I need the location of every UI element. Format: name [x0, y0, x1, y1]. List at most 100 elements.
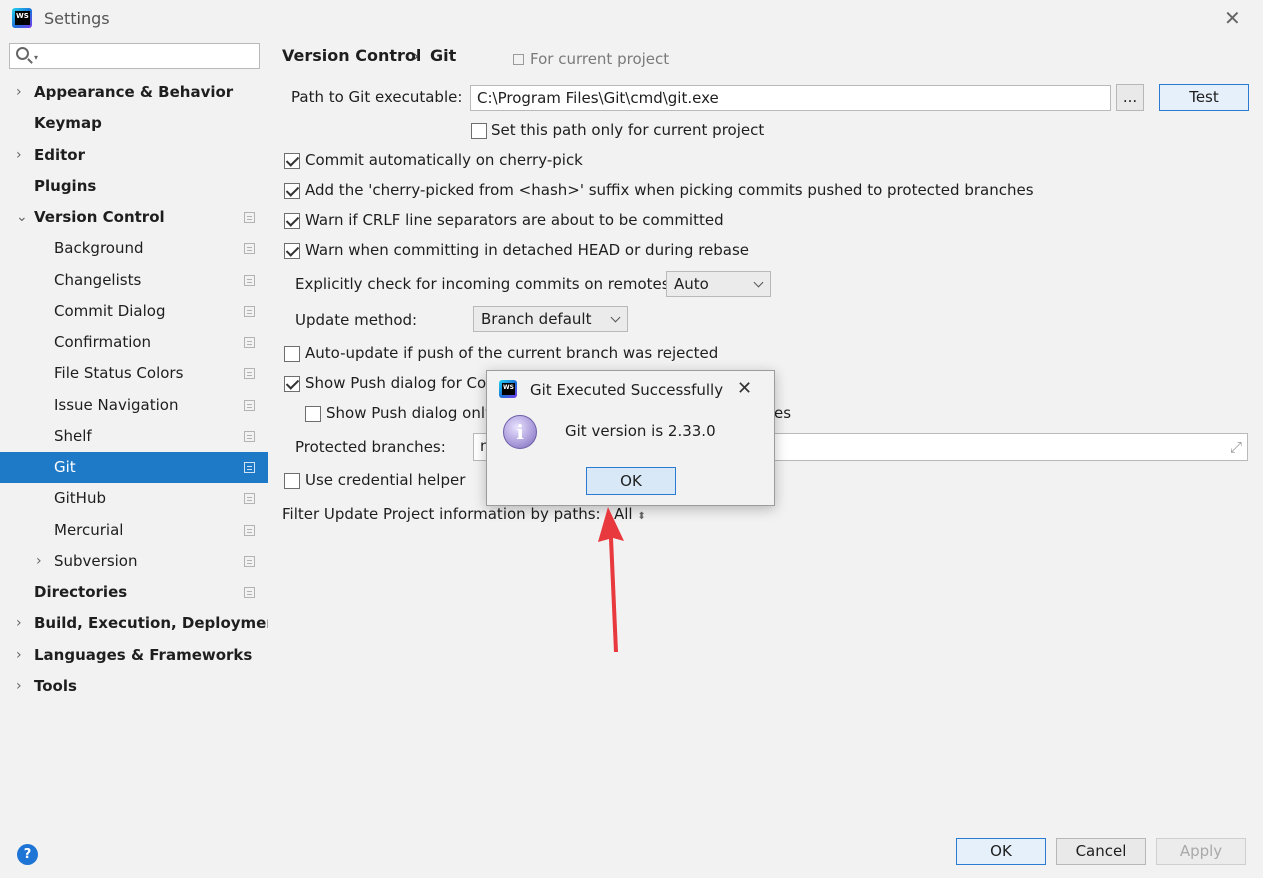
incoming-commits-select[interactable]: Auto: [666, 271, 771, 297]
commit-cherry-pick-checkbox[interactable]: [284, 153, 300, 169]
sidebar-item-label: GitHub: [54, 489, 106, 508]
breadcrumb-separator-icon: ›: [413, 47, 419, 65]
cherry-pick-suffix-label: Add the 'cherry-picked from <hash>' suff…: [305, 181, 1034, 199]
update-method-select[interactable]: Branch default: [473, 306, 628, 332]
sidebar-item-shelf[interactable]: Shelf: [0, 421, 268, 452]
set-path-only-label: Set this path only for current project: [491, 121, 765, 139]
project-scope-icon: [244, 337, 255, 348]
project-scope-icon: [244, 274, 255, 286]
chevron-down-icon[interactable]: ⌄: [16, 202, 28, 233]
apply-button[interactable]: Apply: [1156, 838, 1246, 865]
search-icon: [16, 47, 29, 60]
project-scope-icon: [244, 462, 255, 473]
settings-search-input[interactable]: ▾: [9, 43, 260, 69]
window-close-icon[interactable]: ✕: [1224, 6, 1241, 30]
sidebar-item-version-control[interactable]: ⌄ Version Control: [0, 202, 268, 233]
sidebar-item-confirmation[interactable]: Confirmation: [0, 327, 268, 358]
sidebar-item-mercurial[interactable]: Mercurial: [0, 515, 268, 546]
sidebar-item-github[interactable]: GitHub: [0, 483, 268, 514]
sidebar-item-languages-frameworks[interactable]: › Languages & Frameworks: [0, 640, 268, 671]
protected-branches-label: Protected branches:: [295, 438, 446, 456]
auto-update-checkbox[interactable]: [284, 346, 300, 362]
sidebar-item-editor[interactable]: › Editor: [0, 140, 268, 171]
set-path-only-checkbox[interactable]: [471, 123, 487, 139]
cherry-pick-suffix-checkbox[interactable]: [284, 183, 300, 199]
sidebar-item-label: Plugins: [34, 176, 97, 195]
sidebar-item-plugins[interactable]: Plugins: [0, 171, 268, 202]
help-icon[interactable]: ?: [17, 844, 38, 865]
chevron-right-icon[interactable]: ›: [36, 546, 42, 577]
information-icon: i: [503, 415, 537, 449]
sidebar-item-commit-dialog[interactable]: Commit Dialog: [0, 296, 268, 327]
commit-cherry-pick-label: Commit automatically on cherry-pick: [305, 151, 583, 169]
sidebar-item-build-execution-deployment[interactable]: › Build, Execution, Deployment: [0, 608, 284, 639]
sidebar-item-file-status-colors[interactable]: File Status Colors: [0, 358, 268, 389]
sidebar-item-label: Mercurial: [54, 520, 124, 539]
scope-hint: For current project: [513, 50, 669, 68]
sidebar-item-keymap[interactable]: Keymap: [0, 108, 268, 139]
sidebar-item-label: Shelf: [54, 426, 92, 445]
sidebar-item-label: Background: [54, 239, 144, 258]
sidebar-item-label: Keymap: [34, 114, 102, 133]
filter-update-select[interactable]: All ⬍: [614, 505, 646, 523]
project-scope-icon: [513, 54, 524, 65]
webstorm-app-icon: [12, 8, 32, 28]
sidebar-item-label: Confirmation: [54, 333, 152, 351]
chevron-right-icon[interactable]: ›: [16, 140, 22, 171]
dialog-title: Git Executed Successfully: [530, 381, 724, 399]
expand-icon[interactable]: ⤢: [1230, 435, 1242, 459]
warn-crlf-checkbox[interactable]: [284, 213, 300, 229]
incoming-commits-label: Explicitly check for incoming commits on…: [295, 275, 675, 293]
window-title: Settings: [44, 9, 110, 28]
cancel-button[interactable]: Cancel: [1056, 838, 1146, 865]
chevron-right-icon[interactable]: ›: [16, 608, 22, 639]
search-options-chevron-icon[interactable]: ▾: [34, 53, 38, 62]
sidebar-item-directories[interactable]: Directories: [0, 577, 268, 608]
project-scope-icon: [244, 399, 255, 411]
sidebar-item-issue-navigation[interactable]: Issue Navigation: [0, 390, 268, 421]
chevron-right-icon[interactable]: ›: [16, 671, 22, 702]
sidebar-item-subversion[interactable]: › Subversion: [0, 546, 268, 577]
sidebar-item-git[interactable]: Git: [0, 452, 268, 483]
sidebar-item-label: Directories: [34, 583, 128, 601]
dialog-close-icon[interactable]: ✕: [737, 378, 752, 399]
sidebar-item-label: Changelists: [54, 270, 142, 289]
browse-button[interactable]: ...: [1116, 84, 1144, 111]
test-button[interactable]: Test: [1159, 84, 1249, 111]
update-method-value: Branch default: [481, 310, 592, 328]
auto-update-label: Auto-update if push of the current branc…: [305, 344, 719, 362]
project-scope-icon: [244, 587, 255, 598]
sidebar-item-label: Subversion: [54, 551, 138, 570]
breadcrumb-git: Git: [430, 46, 457, 65]
show-push-dialog-checkbox[interactable]: [284, 376, 300, 392]
sidebar-item-label: File Status Colors: [54, 364, 184, 383]
scope-hint-label: For current project: [530, 50, 670, 68]
warn-crlf-label: Warn if CRLF line separators are about t…: [305, 211, 724, 229]
sidebar-item-changelists[interactable]: Changelists: [0, 265, 268, 296]
ok-button[interactable]: OK: [956, 838, 1046, 865]
sidebar-item-label: Editor: [34, 145, 85, 164]
warn-detached-head-checkbox[interactable]: [284, 243, 300, 259]
show-push-only-label: Show Push dialog only: [326, 404, 494, 422]
sidebar-item-label: Tools: [34, 676, 77, 695]
project-scope-icon: [244, 368, 255, 380]
filter-update-label: Filter Update Project information by pat…: [282, 505, 601, 523]
sidebar-item-tools[interactable]: › Tools: [0, 671, 268, 702]
project-scope-icon: [244, 555, 255, 567]
git-path-input[interactable]: C:\Program Files\Git\cmd\git.exe: [470, 85, 1111, 111]
chevron-right-icon[interactable]: ›: [16, 640, 22, 671]
sidebar-item-label: Commit Dialog: [54, 301, 166, 320]
show-push-only-checkbox[interactable]: [305, 406, 321, 422]
sidebar-item-background[interactable]: Background: [0, 233, 268, 264]
show-push-dialog-label: Show Push dialog for Cor: [305, 374, 493, 392]
filter-update-value: All: [614, 505, 633, 523]
git-path-label: Path to Git executable:: [291, 88, 463, 106]
chevron-right-icon[interactable]: ›: [16, 77, 22, 108]
title-bar: Settings ✕: [0, 0, 1263, 38]
sidebar-item-appearance-behavior[interactable]: › Appearance & Behavior: [0, 77, 268, 108]
dialog-ok-button[interactable]: OK: [586, 467, 676, 495]
project-scope-icon: [244, 524, 255, 536]
credential-helper-checkbox[interactable]: [284, 473, 300, 489]
sidebar-item-label: Git: [54, 458, 76, 476]
breadcrumb-version-control[interactable]: Version Control: [282, 46, 421, 65]
